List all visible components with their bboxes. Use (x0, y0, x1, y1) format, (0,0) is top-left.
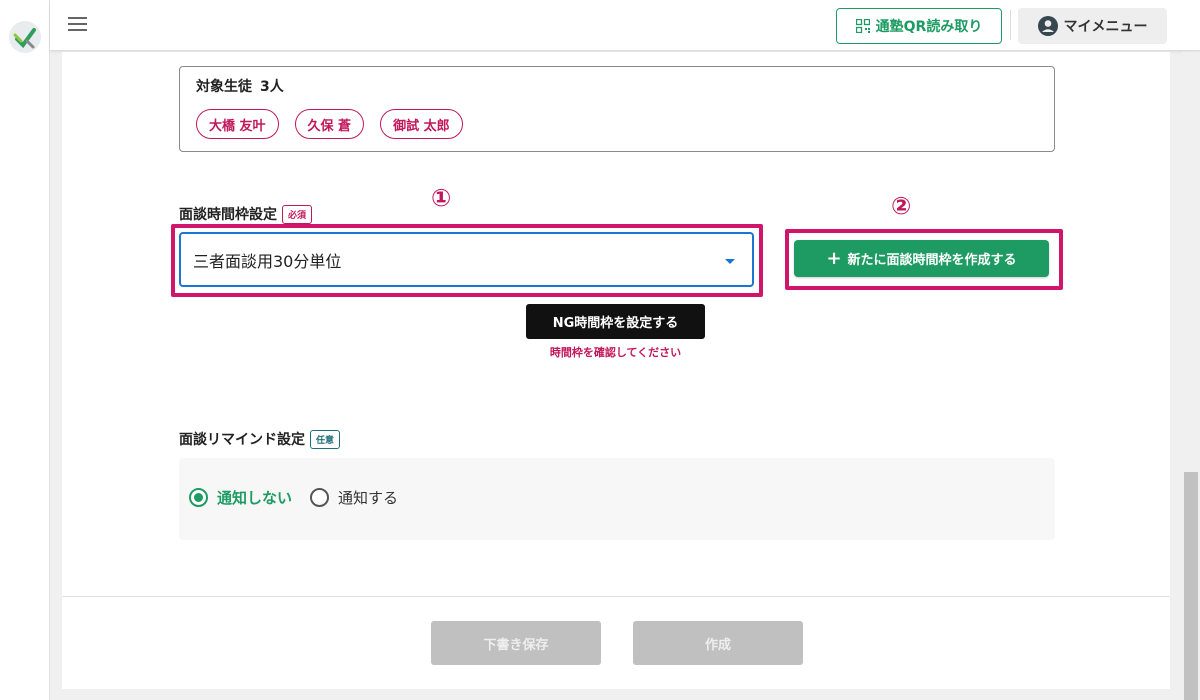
target-students-box: 対象生徒 3人 大橋 友叶 久保 蒼 御試 太郎 (179, 66, 1055, 152)
time-frame-label-row: 面談時間枠設定 必須 (179, 204, 313, 224)
time-frame-selected-value: 三者面談用30分単位 (193, 251, 342, 271)
time-frame-select[interactable]: 三者面談用30分単位 (179, 232, 754, 287)
save-draft-button[interactable]: 下書き保存 (431, 621, 601, 665)
radio-notify[interactable]: 通知する (310, 487, 398, 508)
student-chip[interactable]: 久保 蒼 (294, 109, 365, 139)
student-chip[interactable]: 御試 太郎 (380, 109, 463, 139)
target-students-count: 3人 (260, 79, 284, 95)
header-divider (1010, 10, 1011, 40)
remind-label: 面談リマインド設定 (179, 432, 305, 448)
my-menu-button[interactable]: マイメニュー (1018, 8, 1167, 44)
logo-icon (10, 22, 40, 52)
optional-badge: 任意 (310, 429, 341, 449)
create-time-frame-label: 新たに面談時間枠を作成する (847, 253, 1017, 268)
create-time-frame-button[interactable]: + 新たに面談時間枠を作成する (794, 240, 1049, 277)
top-bar: 通塾QR読み取り マイメニュー (50, 0, 1200, 51)
left-rail (0, 0, 50, 700)
target-students-label: 対象生徒 (196, 79, 252, 95)
time-frame-error-text: 時間枠を確認してください (549, 346, 682, 359)
target-students-title: 対象生徒 3人 (196, 76, 284, 96)
student-chips: 大橋 友叶 久保 蒼 御試 太郎 (196, 109, 463, 139)
annotation-marker-2: ② (891, 192, 912, 220)
time-frame-label: 面談時間枠設定 (179, 207, 277, 223)
remind-radio-group: 通知しない 通知する (189, 487, 398, 508)
radio-no-notify-label: 通知しない (217, 489, 293, 507)
dropdown-arrow-icon (725, 259, 735, 264)
my-menu-label: マイメニュー (1063, 19, 1148, 35)
radio-checked-icon (189, 488, 208, 507)
plus-icon: + (826, 247, 842, 269)
main-panel: 対象生徒 3人 大橋 友叶 久保 蒼 御試 太郎 面談時間枠設定 必須 ① ② 三… (62, 52, 1170, 689)
ng-time-frame-button[interactable]: NG時間枠を設定する (526, 304, 705, 339)
hamburger-menu-icon[interactable] (68, 17, 88, 33)
app-logo[interactable] (9, 21, 41, 53)
qr-scan-button[interactable]: 通塾QR読み取り (836, 8, 1002, 44)
remind-label-row: 面談リマインド設定 任意 (179, 429, 341, 449)
radio-unchecked-icon (310, 488, 330, 507)
scrollbar-thumb[interactable] (1184, 472, 1198, 700)
radio-no-notify[interactable]: 通知しない (189, 487, 292, 508)
radio-notify-label: 通知する (338, 489, 399, 507)
footer-divider (62, 596, 1170, 597)
remind-options-box: 通知しない 通知する (179, 458, 1055, 540)
qr-scan-label: 通塾QR読み取り (875, 19, 983, 35)
annotation-marker-1: ① (431, 184, 452, 212)
student-chip[interactable]: 大橋 友叶 (196, 109, 279, 139)
create-button[interactable]: 作成 (633, 621, 803, 665)
required-badge: 必須 (282, 204, 313, 224)
account-circle-icon (1037, 16, 1058, 36)
qr-code-icon (855, 19, 870, 33)
